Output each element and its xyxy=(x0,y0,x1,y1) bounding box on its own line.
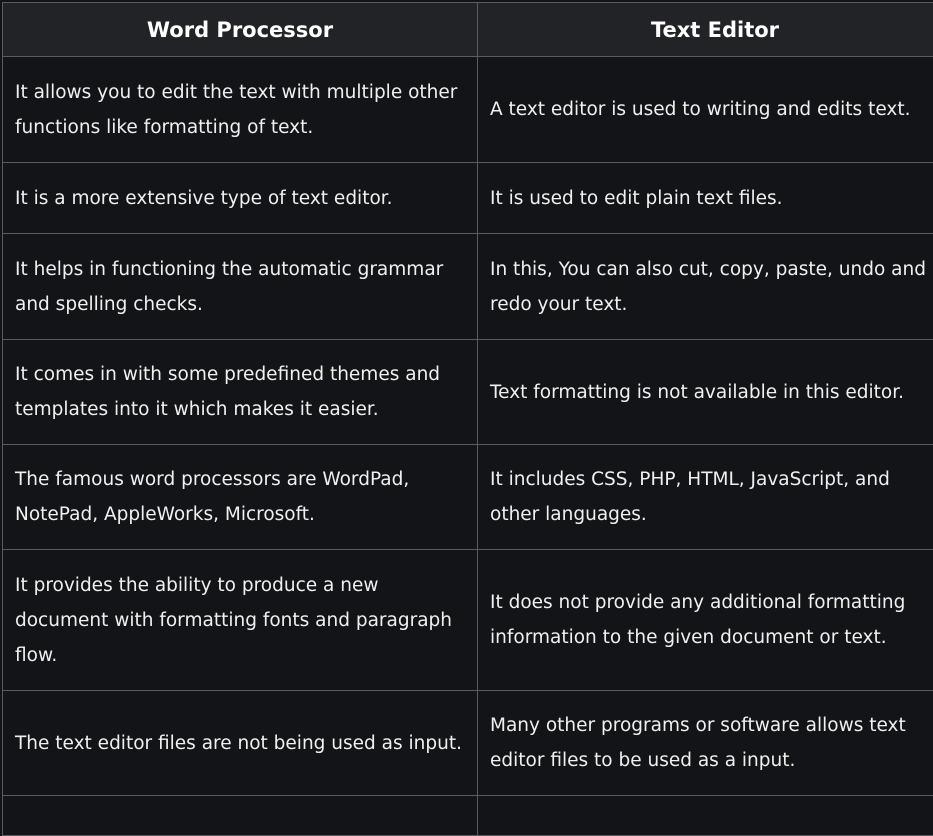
header-text-editor: Text Editor xyxy=(478,3,933,57)
table-row: It is a more extensive type of text edit… xyxy=(3,163,933,234)
word-processor-cell: It comes in with some predefined themes … xyxy=(3,340,478,445)
header-word-processor: Word Processor xyxy=(3,3,478,57)
text-editor-cell: In this, You can also cut, copy, paste, … xyxy=(478,234,933,340)
word-processor-cell: It provides the ability to produce a new… xyxy=(3,550,478,691)
comparison-table: Word Processor Text Editor It allows you… xyxy=(2,2,933,836)
text-editor-cell: A text editor is used to writing and edi… xyxy=(478,57,933,163)
text-editor-cell: Many other programs or software allows t… xyxy=(478,691,933,796)
word-processor-cell: It allows you to edit the text with mult… xyxy=(3,57,478,163)
table-row: It comes in with some predefined themes … xyxy=(3,340,933,445)
table-row: The famous word processors are WordPad, … xyxy=(3,445,933,550)
text-editor-cell: It includes CSS, PHP, HTML, JavaScript, … xyxy=(478,445,933,550)
header-row: Word Processor Text Editor xyxy=(3,3,933,57)
word-processor-cell: It helps in functioning the automatic gr… xyxy=(3,234,478,340)
word-processor-cell xyxy=(3,796,478,836)
table-row: The text editor files are not being used… xyxy=(3,691,933,796)
word-processor-cell: The famous word processors are WordPad, … xyxy=(3,445,478,550)
table-header: Word Processor Text Editor xyxy=(3,3,933,57)
table-row: It provides the ability to produce a new… xyxy=(3,550,933,691)
table-row xyxy=(3,796,933,836)
word-processor-cell: It is a more extensive type of text edit… xyxy=(3,163,478,234)
text-editor-cell: It does not provide any additional forma… xyxy=(478,550,933,691)
text-editor-cell: It is used to edit plain text files. xyxy=(478,163,933,234)
word-processor-cell: The text editor files are not being used… xyxy=(3,691,478,796)
text-editor-cell xyxy=(478,796,933,836)
table-body: It allows you to edit the text with mult… xyxy=(3,57,933,836)
table-row: It allows you to edit the text with mult… xyxy=(3,57,933,163)
text-editor-cell: Text formatting is not available in this… xyxy=(478,340,933,445)
table-row: It helps in functioning the automatic gr… xyxy=(3,234,933,340)
